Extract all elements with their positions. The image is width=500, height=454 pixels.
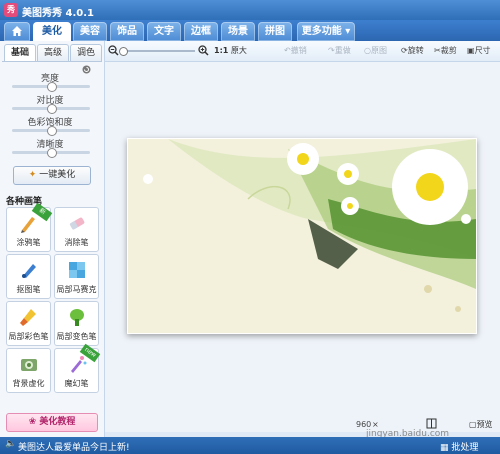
original-image-icon: ○: [364, 46, 371, 55]
color-brush-icon: [20, 309, 36, 326]
title-bar: 秀 美图秀秀 4.0.1: [0, 0, 500, 20]
brush-partial-color[interactable]: 局部彩色笔: [6, 301, 51, 346]
sharpness-knob[interactable]: [47, 148, 57, 158]
tab-facial[interactable]: 美容: [73, 22, 107, 41]
tab-text[interactable]: 文字: [147, 22, 181, 41]
original-size-label: 原大: [230, 46, 247, 55]
zoom-in-icon[interactable]: [198, 45, 209, 56]
subtab-advanced[interactable]: 高级: [37, 44, 69, 62]
brush-mosaic[interactable]: 局部马赛克: [54, 254, 99, 299]
photo-artwork: [128, 139, 476, 333]
brush-eraser[interactable]: 消除笔: [54, 207, 99, 252]
magic-wand-icon: ✦: [28, 170, 37, 180]
brush-magic-label: 魔幻笔: [64, 379, 89, 388]
preview-label: 预览: [476, 420, 493, 429]
one-click-beautify-label: 一键美化: [39, 170, 76, 180]
status-bar: 🔈 美图达人最爱单品今日上新! ▦ 批处理: [0, 437, 500, 454]
resize-label: 尺寸: [474, 46, 491, 55]
tab-beautify[interactable]: 美化: [33, 22, 71, 41]
batch-icon: ▦: [440, 443, 449, 453]
brush-doodle-label: 涂鸦笔: [16, 238, 41, 247]
camera-blur-icon: [21, 359, 37, 371]
magic-pen-icon: [71, 356, 87, 373]
zoom-out-icon[interactable]: [108, 45, 119, 56]
redo-button[interactable]: ↷重做: [328, 45, 351, 57]
original-image-label: 原图: [370, 46, 387, 55]
cutout-pen-icon: [22, 264, 36, 278]
batch-process-label: 批处理: [451, 443, 479, 453]
brush-cutout-label: 抠图笔: [16, 285, 41, 294]
undo-icon: ↶: [284, 46, 291, 55]
actual-size-button[interactable]: 1:1 原大: [214, 45, 247, 56]
brush-doodle[interactable]: 新 涂鸦笔: [6, 202, 53, 252]
subtab-color[interactable]: 调色: [70, 44, 102, 62]
tab-collage[interactable]: 拼图: [258, 22, 292, 41]
home-icon: [12, 26, 22, 36]
app-logo: 秀: [4, 3, 18, 17]
tab-home[interactable]: [4, 22, 30, 41]
brush-mosaic-label: 局部马赛克: [56, 285, 97, 294]
tab-more-functions[interactable]: 更多功能 ▾: [297, 22, 355, 41]
brush-background-blur-label: 背景虚化: [12, 379, 45, 388]
app-title: 美图秀秀 4.0.1: [22, 8, 94, 19]
tab-scene[interactable]: 场景: [221, 22, 255, 41]
undo-button[interactable]: ↶撤销: [284, 45, 307, 57]
preview-icon: ▢: [469, 420, 477, 429]
brush-partial-color-label: 局部彩色笔: [8, 332, 49, 341]
sharpness-slider[interactable]: [12, 148, 90, 158]
undo-label: 撤销: [290, 46, 307, 55]
redo-label: 重做: [334, 46, 351, 55]
brush-background-blur[interactable]: 背景虚化: [6, 348, 51, 393]
original-image-button[interactable]: ○原图: [364, 45, 387, 57]
rotate-icon: ⟳: [401, 46, 408, 55]
zoom-ratio-label: 1:1: [214, 46, 229, 55]
rotate-label: 旋转: [407, 46, 424, 55]
one-click-beautify-button[interactable]: ✦ 一键美化: [13, 166, 91, 185]
brush-magic[interactable]: new 魔幻笔: [54, 343, 101, 393]
saturation-slider[interactable]: [12, 126, 90, 136]
photo-canvas[interactable]: [127, 138, 477, 334]
left-panel: 基础 高级 调色 亮度 对比度 色彩饱和度 清晰度 ✦ 一键美化 各种画笔 新 …: [0, 41, 105, 437]
speaker-icon: 🔈: [5, 439, 17, 449]
saturation-knob[interactable]: [47, 126, 57, 136]
contrast-knob[interactable]: [47, 104, 57, 114]
brush-eraser-label: 消除笔: [64, 238, 89, 247]
beautify-tutorial-button[interactable]: ❀ 美化教程: [6, 413, 98, 432]
crop-button[interactable]: ✂裁剪: [434, 45, 457, 57]
brush-partial-recolor-label: 局部变色笔: [56, 332, 97, 341]
brush-partial-recolor[interactable]: 局部变色笔: [54, 301, 99, 346]
tab-border[interactable]: 边框: [184, 22, 218, 41]
crop-icon: ✂: [434, 46, 441, 55]
batch-process-button[interactable]: ▦ 批处理: [440, 440, 478, 453]
image-width-label: 960: [356, 420, 372, 429]
eraser-icon: [69, 217, 85, 230]
preview-button[interactable]: ▢预览: [469, 419, 493, 430]
subtab-basic[interactable]: 基础: [4, 44, 36, 62]
tutorial-icon: ❀: [28, 417, 37, 427]
brush-cutout[interactable]: 抠图笔: [6, 254, 51, 299]
brightness-knob[interactable]: [47, 82, 57, 92]
mosaic-icon: [69, 262, 85, 278]
tab-accessories[interactable]: 饰品: [110, 22, 144, 41]
main-menu-bar: 美化 美容 饰品 文字 边框 场景 拼图 更多功能 ▾: [0, 20, 500, 41]
doodle-pen-icon: [21, 217, 35, 233]
redo-icon: ↷: [328, 46, 335, 55]
recolor-brush-icon: [70, 309, 84, 326]
crop-label: 裁剪: [440, 46, 457, 55]
rotate-button[interactable]: ⟳旋转: [401, 45, 424, 57]
zoom-slider[interactable]: [119, 47, 195, 56]
times-sign: ×: [372, 420, 379, 429]
resize-button[interactable]: ▣尺寸: [467, 45, 491, 57]
contrast-slider[interactable]: [12, 104, 90, 114]
beautify-tutorial-label: 美化教程: [39, 417, 76, 427]
status-message[interactable]: 美图达人最爱单品今日上新!: [18, 440, 130, 453]
brightness-slider[interactable]: [12, 82, 90, 92]
subtab-divider: [2, 61, 102, 62]
resize-icon: ▣: [467, 46, 475, 55]
zoom-slider-knob[interactable]: [119, 47, 128, 56]
compare-icon[interactable]: [426, 418, 437, 429]
